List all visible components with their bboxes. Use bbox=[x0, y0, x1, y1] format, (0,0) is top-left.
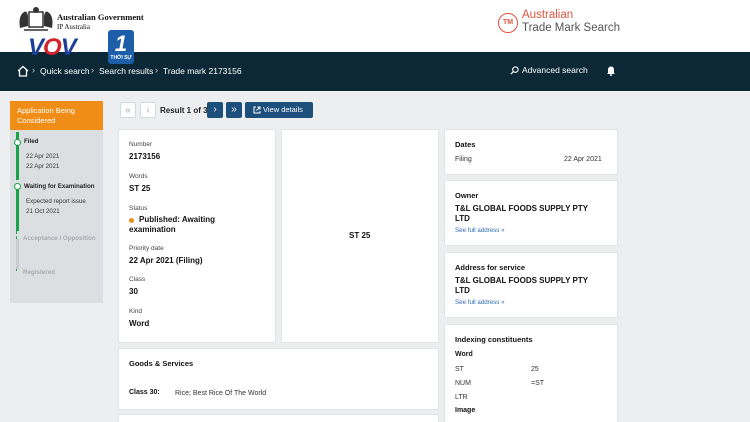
step-filed-date: 22 Apr 2021 bbox=[26, 153, 60, 160]
owner-title: Owner bbox=[455, 191, 479, 200]
previous-result-button[interactable]: ‹ bbox=[140, 102, 156, 118]
watermark-sub: THỜI SỰ bbox=[110, 55, 132, 61]
view-details-button[interactable]: View details bbox=[245, 102, 313, 118]
words-label: Words bbox=[129, 173, 148, 180]
brand-line2: Trade Mark Search bbox=[522, 22, 620, 34]
watermark-badge: 1 THỜI SỰ bbox=[108, 30, 134, 64]
coat-of-arms-icon bbox=[19, 7, 53, 31]
filing-date: 22 Apr 2021 bbox=[564, 156, 602, 163]
step-examination-date: 21 Oct 2021 bbox=[26, 208, 60, 215]
tm-icon: TM bbox=[498, 13, 518, 33]
step-examination: Waiting for Examination bbox=[24, 183, 95, 190]
index-key: ST bbox=[455, 366, 464, 373]
next-result-button[interactable]: › bbox=[207, 102, 223, 118]
breadcrumb-quick-search[interactable]: Quick search bbox=[40, 66, 90, 76]
step-examination-note: Expected report issue bbox=[26, 198, 86, 205]
last-result-button[interactable]: » bbox=[226, 102, 242, 118]
owner-full-address-link[interactable]: See full address » bbox=[455, 227, 505, 234]
search-icon bbox=[510, 66, 519, 75]
view-details-label: View details bbox=[263, 105, 303, 114]
brand-line1: Australian bbox=[522, 9, 574, 21]
indexing-word-heading: Word bbox=[455, 351, 473, 358]
step-acceptance: Acceptance / Opposition bbox=[23, 235, 96, 242]
priority-date-value: 22 Apr 2021 (Filing) bbox=[129, 256, 203, 265]
bell-icon[interactable] bbox=[606, 65, 616, 76]
timeline-pending bbox=[16, 239, 19, 269]
status-value: Published: Awaiting bbox=[139, 215, 216, 224]
indexing-image-heading: Image bbox=[455, 407, 476, 414]
service-title: Address for service bbox=[455, 263, 526, 272]
status-value-2: examination bbox=[129, 225, 176, 234]
address-for-service-card: Address for service T&L GLOBAL FOODS SUP… bbox=[444, 252, 618, 318]
filing-label: Filing bbox=[455, 156, 472, 163]
breadcrumb-separator: › bbox=[155, 65, 158, 75]
service-name: T&L GLOBAL FOODS SUPPLY PTY bbox=[455, 276, 589, 285]
step-registered: Registered bbox=[23, 269, 55, 276]
timeline-progress bbox=[16, 152, 19, 180]
kind-label: Kind bbox=[129, 308, 143, 315]
class-label: Class bbox=[129, 276, 146, 283]
goods-description: Rice; Best Rice Of The World bbox=[175, 390, 267, 397]
advanced-search-label: Advanced search bbox=[522, 65, 588, 75]
service-name-2: LTD bbox=[455, 286, 470, 295]
mark-image-text: ST 25 bbox=[349, 231, 371, 240]
number-label: Number bbox=[129, 141, 153, 148]
owner-card: Owner T&L GLOBAL FOODS SUPPLY PTY LTD Se… bbox=[444, 180, 618, 246]
priority-date-label: Priority date bbox=[129, 245, 164, 252]
result-counter: Result 1 of 3 bbox=[160, 106, 208, 115]
site-header: Australian Government IP Australia VOV 1… bbox=[0, 0, 750, 64]
next-card bbox=[118, 414, 439, 422]
step-filed: Filed bbox=[24, 138, 39, 145]
application-status-header: Application Being Considered bbox=[10, 101, 103, 130]
mark-image-card[interactable]: ST 25 bbox=[281, 129, 439, 343]
step-filed-date-2: 22 Apr 2021 bbox=[26, 163, 60, 170]
step-dot-filed bbox=[14, 139, 21, 146]
indexing-card: Indexing constituents Word ST 25 NUM =ST… bbox=[444, 324, 618, 422]
goods-services-title: Goods & Services bbox=[129, 359, 194, 368]
words-value: ST 25 bbox=[129, 184, 151, 193]
timeline-progress bbox=[16, 189, 19, 231]
index-value: 25 bbox=[531, 366, 539, 373]
gov-title: Australian Government bbox=[57, 12, 144, 22]
goods-services-card: Goods & Services Class 30: Rice; Best Ri… bbox=[118, 348, 439, 410]
indexing-title: Indexing constituents bbox=[455, 335, 533, 344]
service-full-address-link[interactable]: See full address » bbox=[455, 299, 505, 306]
gov-subtitle: IP Australia bbox=[57, 23, 90, 31]
trade-mark-details-card: Number 2173156 Words ST 25 Status Publis… bbox=[118, 129, 276, 343]
goods-class-label: Class 30: bbox=[129, 389, 160, 396]
status-label: Status bbox=[129, 205, 148, 212]
status-dot bbox=[129, 218, 134, 223]
breadcrumb-separator: › bbox=[32, 65, 35, 75]
breadcrumb-search-results[interactable]: Search results bbox=[99, 66, 153, 76]
index-key: NUM bbox=[455, 380, 471, 387]
breadcrumb-separator: › bbox=[91, 65, 94, 75]
index-key: LTR bbox=[455, 394, 468, 401]
owner-name-2: LTD bbox=[455, 214, 470, 223]
watermark-text: VOV bbox=[28, 34, 77, 61]
index-value: =ST bbox=[531, 380, 545, 387]
breadcrumb-current: Trade mark 2173156 bbox=[163, 66, 242, 76]
home-icon[interactable] bbox=[17, 65, 29, 77]
status-timeline: Application Being Considered Filed 22 Ap… bbox=[10, 101, 103, 303]
class-value: 30 bbox=[129, 287, 138, 296]
watermark-logo: VOV 1 THỜI SỰ bbox=[28, 30, 136, 64]
number-value: 2173156 bbox=[129, 152, 161, 161]
dates-title: Dates bbox=[455, 140, 476, 149]
dates-card: Dates Filing 22 Apr 2021 bbox=[444, 129, 618, 175]
first-result-button[interactable]: « bbox=[120, 102, 136, 118]
kind-value: Word bbox=[129, 319, 150, 328]
owner-name: T&L GLOBAL FOODS SUPPLY PTY bbox=[455, 204, 589, 213]
step-dot-examination bbox=[14, 183, 21, 190]
external-link-icon bbox=[253, 106, 261, 114]
trade-mark-search-brand[interactable]: TM Australian Trade Mark Search bbox=[498, 9, 648, 39]
watermark-number: 1 bbox=[114, 31, 128, 56]
